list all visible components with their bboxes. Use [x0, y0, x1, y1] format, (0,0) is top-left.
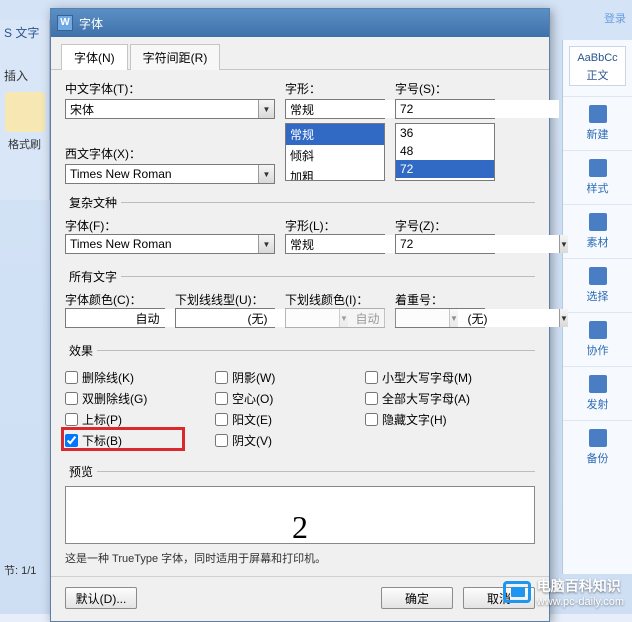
ok-button[interactable]: 确定	[381, 587, 453, 609]
new-icon	[589, 105, 607, 123]
collab-icon	[589, 321, 607, 339]
chinese-font-dd[interactable]: ▼	[258, 100, 274, 118]
size-listbox[interactable]: 36 48 72	[395, 123, 495, 181]
watermark-title: 电脑百科知识	[537, 578, 621, 594]
preview-box: 2	[65, 486, 535, 544]
side-material[interactable]: 素材	[563, 204, 632, 258]
emphasis-label: 着重号：	[395, 291, 485, 308]
launch-icon	[589, 375, 607, 393]
check-subscript[interactable]: 下标(B)	[65, 432, 215, 449]
size-label: 字号(S)：	[395, 80, 495, 97]
size-opt-2[interactable]: 72	[396, 160, 494, 178]
material-icon	[589, 213, 607, 231]
western-font-dd[interactable]: ▼	[258, 165, 274, 183]
side-backup[interactable]: 备份	[563, 420, 632, 474]
check-allcaps[interactable]: 全部大写字母(A)	[365, 390, 515, 407]
check-engrave[interactable]: 阴文(V)	[215, 432, 365, 449]
format-painter-label: 格式刷	[0, 136, 49, 152]
alltext-group: 所有文字 字体颜色(C)： ▼ 下划线线型(U)： ▼ 下划线颜色(I)： ▼ …	[65, 268, 535, 332]
side-new[interactable]: 新建	[563, 96, 632, 150]
preview-legend: 预览	[65, 463, 97, 480]
underline-label: 下划线线型(U)：	[175, 291, 275, 308]
complex-size-dd[interactable]: ▼	[559, 235, 568, 253]
color-label: 字体颜色(C)：	[65, 291, 165, 308]
effects-group: 效果 删除线(K) 阴影(W) 小型大写字母(M) 双删除线(G) 空心(O) …	[65, 342, 535, 453]
effects-legend: 效果	[65, 342, 97, 359]
check-strike[interactable]: 删除线(K)	[65, 369, 215, 386]
check-superscript[interactable]: 上标(P)	[65, 411, 215, 428]
watermark: 电脑百科知识 www.pc-daily.com	[503, 576, 624, 608]
default-button[interactable]: 默认(D)...	[65, 587, 137, 609]
complex-size-label: 字号(Z)：	[395, 217, 495, 234]
check-shadow[interactable]: 阴影(W)	[215, 369, 365, 386]
tab-spacing[interactable]: 字符间距(R)	[130, 44, 221, 70]
watermark-icon	[503, 581, 531, 603]
insert-label[interactable]: 插入	[0, 63, 49, 88]
preview-desc: 这是一种 TrueType 字体，同时适用于屏幕和打印机。	[65, 550, 535, 566]
dialog-tabs: 字体(N) 字符间距(R)	[51, 37, 549, 70]
side-style[interactable]: 样式	[563, 150, 632, 204]
login-link[interactable]: 登录	[604, 10, 626, 26]
select-icon	[589, 267, 607, 285]
preview-group: 预览 2 这是一种 TrueType 字体，同时适用于屏幕和打印机。	[65, 463, 535, 566]
style-icon	[589, 159, 607, 177]
complex-style-label: 字形(L)：	[285, 217, 385, 234]
style-label: 字形：	[285, 80, 385, 97]
app-icon: W	[57, 15, 73, 31]
side-collab[interactable]: 协作	[563, 312, 632, 366]
emphasis-dd[interactable]: ▼	[559, 309, 568, 327]
app-title-fragment: S 文字	[0, 20, 49, 45]
backup-icon	[589, 429, 607, 447]
style-opt-0[interactable]: 常规	[286, 124, 384, 145]
style-opt-2[interactable]: 加粗	[286, 166, 384, 181]
check-doublestrike[interactable]: 双删除线(G)	[65, 390, 215, 407]
check-emboss[interactable]: 阳文(E)	[215, 411, 365, 428]
style-opt-1[interactable]: 倾斜	[286, 145, 384, 166]
complex-font-dd[interactable]: ▼	[258, 235, 274, 253]
alltext-legend: 所有文字	[65, 268, 121, 285]
dialog-title: 字体	[79, 15, 103, 32]
watermark-url: www.pc-daily.com	[537, 596, 624, 608]
chinese-font-input[interactable]	[66, 100, 258, 118]
check-smallcaps[interactable]: 小型大写字母(M)	[365, 369, 515, 386]
check-hidden[interactable]: 隐藏文字(H)	[365, 411, 515, 428]
complex-legend: 复杂文种	[65, 194, 121, 211]
chinese-font-label: 中文字体(T)：	[65, 80, 275, 97]
size-opt-0[interactable]: 36	[396, 124, 494, 142]
western-font-label: 西文字体(X)：	[65, 145, 275, 162]
tab-font[interactable]: 字体(N)	[61, 44, 128, 70]
dialog-titlebar[interactable]: W 字体	[51, 9, 549, 37]
size-input[interactable]	[396, 100, 559, 118]
status-bar: 节: 1/1	[0, 560, 50, 580]
ulcolor-dd: ▼	[449, 309, 458, 327]
ulcolor-label: 下划线颜色(I)：	[285, 291, 385, 308]
style-listbox[interactable]: 常规 倾斜 加粗	[285, 123, 385, 181]
font-dialog: W 字体 字体(N) 字符间距(R) 中文字体(T)： ▼ 字形： 字号(	[50, 8, 550, 622]
style-preview-box[interactable]: AaBbCc 正文	[569, 46, 626, 86]
right-panel: 登录 AaBbCc 正文 新建 样式 素材 选择 协作 发射 备份	[562, 40, 632, 574]
size-opt-1[interactable]: 48	[396, 142, 494, 160]
ribbon-left: S 文字 插入 格式刷	[0, 20, 50, 200]
style-sample-text: AaBbCc	[570, 49, 625, 67]
ulcolor-input	[286, 309, 449, 327]
side-select[interactable]: 选择	[563, 258, 632, 312]
style-sample-name: 正文	[570, 67, 625, 85]
complex-font-input[interactable]	[66, 235, 258, 253]
check-hollow[interactable]: 空心(O)	[215, 390, 365, 407]
western-font-input[interactable]	[66, 165, 258, 183]
side-launch[interactable]: 发射	[563, 366, 632, 420]
complex-font-label: 字体(F)：	[65, 217, 275, 234]
format-painter-icon[interactable]	[5, 92, 45, 132]
complex-size-input[interactable]	[396, 235, 559, 253]
complex-group: 复杂文种 字体(F)： ▼ 字形(L)： ▼ 字号(Z)： ▼	[65, 194, 535, 258]
preview-sample: 2	[292, 509, 308, 546]
